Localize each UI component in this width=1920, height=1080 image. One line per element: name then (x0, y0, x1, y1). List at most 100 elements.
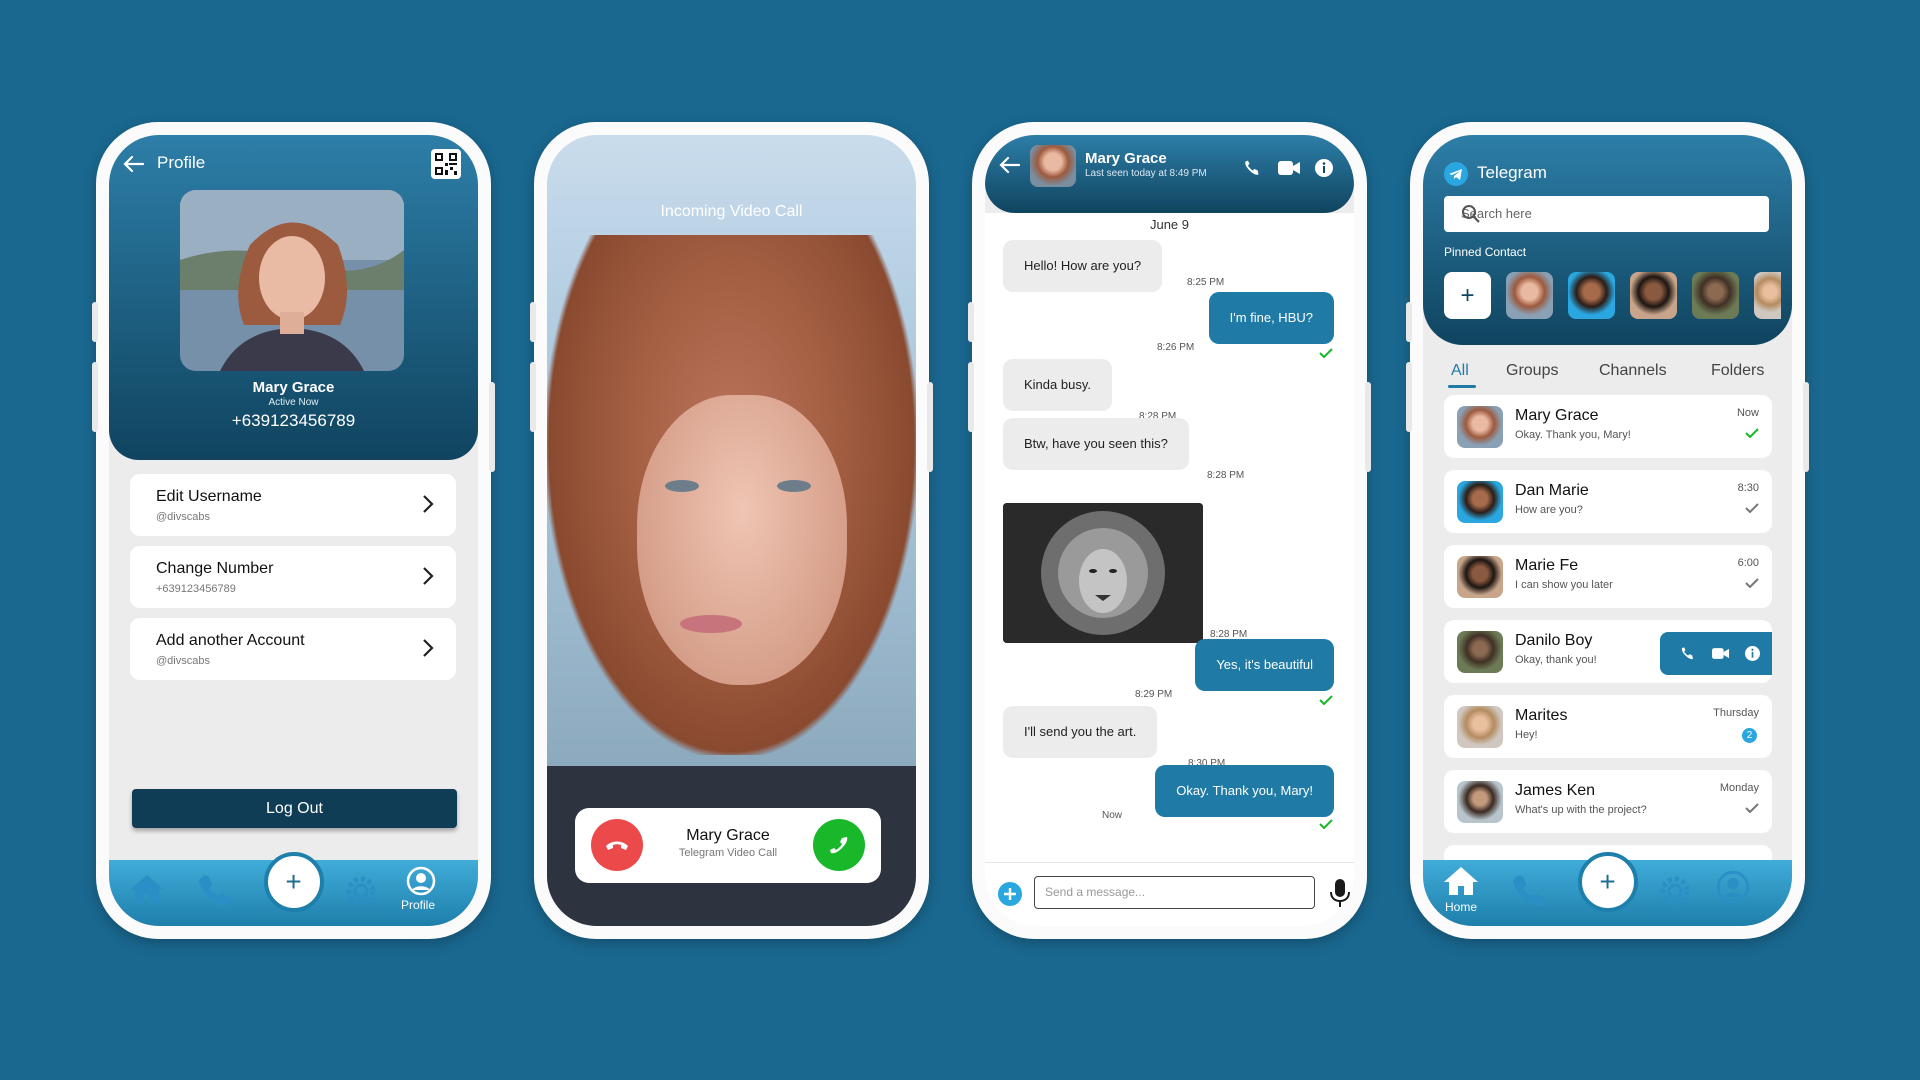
chat-preview: I can show you later (1515, 579, 1613, 591)
page-title: Profile (157, 153, 206, 172)
settings-gear-icon[interactable] (342, 872, 380, 910)
phone-call: Incoming Video Call Mary Grace Telegram … (530, 122, 933, 939)
tab-groups[interactable]: Groups (1506, 362, 1558, 380)
profile-photo (180, 190, 404, 371)
contact-name: Mary Grace (1085, 150, 1167, 167)
chatlist-header: Telegram Search here Pinned Contact + (1423, 135, 1792, 345)
message-time: 8:29 PM (1135, 689, 1173, 700)
chat-row[interactable]: Marie Fe I can show you later 6:00 (1444, 545, 1772, 608)
phone-chatlist: Telegram Search here Pinned Contact + Al… (1406, 122, 1809, 939)
swipe-actions (1660, 632, 1772, 675)
add-pinned-button[interactable]: + (1444, 272, 1491, 319)
app-title: Telegram (1477, 163, 1547, 182)
phone-icon[interactable] (1509, 872, 1549, 908)
tab-all[interactable]: All (1451, 362, 1469, 380)
chevron-right-icon (422, 566, 434, 586)
card-title: Add another Account (156, 632, 305, 649)
shared-image[interactable] (1003, 503, 1203, 643)
chat-name: James Ken (1515, 782, 1596, 799)
message-incoming: Kinda busy. (1003, 359, 1112, 411)
active-tab-indicator (1448, 385, 1476, 388)
qr-code-icon[interactable] (431, 149, 461, 179)
tab-folders[interactable]: Folders (1711, 362, 1764, 380)
sent-check-icon (1745, 503, 1759, 513)
bottom-nav: + Profile (109, 852, 478, 926)
chat-name: Marites (1515, 707, 1568, 724)
home-icon[interactable] (1441, 864, 1481, 898)
chat-preview: Hey! (1515, 729, 1538, 741)
pinned-avatar[interactable] (1568, 272, 1615, 319)
chat-name: Marie Fe (1515, 557, 1579, 574)
pinned-avatar[interactable] (1692, 272, 1739, 319)
chat-name: Mary Grace (1515, 407, 1599, 424)
chat-row[interactable]: Dan Marie How are you? 8:30 (1444, 470, 1772, 533)
attach-plus-icon[interactable] (998, 882, 1022, 906)
info-icon[interactable] (1315, 159, 1333, 177)
video-camera-icon[interactable] (1712, 647, 1729, 660)
card-title: Change Number (156, 560, 274, 577)
settings-gear-icon[interactable] (1656, 872, 1694, 910)
chat-name: Danilo Boy (1515, 632, 1593, 649)
change-number-card[interactable]: Change Number +639123456789 (130, 546, 456, 608)
chat-row[interactable]: Mary Grace Okay. Thank you, Mary! Now (1444, 395, 1772, 458)
last-seen: Last seen today at 8:49 PM (1085, 168, 1207, 179)
accept-call-button[interactable] (813, 819, 865, 871)
date-divider: June 9 (1149, 217, 1190, 232)
add-account-card[interactable]: Add another Account @divscabs (130, 618, 456, 680)
logout-button[interactable]: Log Out (132, 789, 457, 828)
chat-time: Monday (1719, 782, 1759, 794)
add-button[interactable]: + (263, 852, 324, 912)
search-icon[interactable] (1461, 204, 1757, 224)
pinned-avatar[interactable] (1630, 272, 1677, 319)
back-arrow-icon[interactable] (123, 155, 145, 173)
message-outgoing: I'm fine, HBU? (1208, 292, 1334, 344)
tab-channels[interactable]: Channels (1599, 362, 1667, 380)
chat-row[interactable]: James Ken What's up with the project? Mo… (1444, 770, 1772, 833)
chat-time: 6:00 (1737, 557, 1759, 569)
pinned-avatar[interactable] (1506, 272, 1553, 319)
search-input[interactable]: Search here (1444, 196, 1769, 232)
card-subtitle: @divscabs (156, 511, 210, 523)
add-button[interactable]: + (1577, 852, 1638, 912)
profile-icon[interactable] (1716, 870, 1750, 904)
microphone-icon[interactable] (1329, 878, 1351, 908)
nav-label-profile: Profile (401, 898, 436, 912)
phone-icon[interactable] (1680, 646, 1695, 661)
call-bar: Mary Grace Telegram Video Call (575, 808, 881, 883)
back-arrow-icon[interactable] (999, 156, 1021, 174)
unread-badge: 2 (1742, 728, 1757, 743)
profile-phone: +639123456789 (231, 411, 356, 430)
chat-header: Mary Grace Last seen today at 8:49 PM (985, 135, 1354, 213)
chat-row[interactable]: Danilo Boy Okay, thank you! (1444, 620, 1772, 683)
info-icon[interactable] (1745, 646, 1760, 661)
phone-chat: Mary Grace Last seen today at 8:49 PM Ju… (968, 122, 1371, 939)
nav-label-home: Home (1445, 900, 1478, 914)
message-incoming: Btw, have you seen this? (1003, 418, 1189, 470)
composer: Send a message... (985, 862, 1354, 926)
pinned-avatar[interactable] (1754, 272, 1781, 319)
message-input[interactable]: Send a message... (1034, 876, 1315, 909)
chat-preview: Okay, thank you! (1515, 654, 1597, 666)
profile-name: Mary Grace (252, 379, 335, 396)
message-time: 8:26 PM (1157, 342, 1195, 353)
card-title: Edit Username (156, 488, 262, 505)
card-subtitle: +639123456789 (156, 583, 236, 595)
avatar[interactable] (1030, 145, 1076, 187)
pinned-label: Pinned Contact (1444, 245, 1527, 259)
phone-icon[interactable] (1243, 159, 1261, 177)
chat-row[interactable]: Marites Hey! Thursday 2 (1444, 695, 1772, 758)
chevron-right-icon (422, 494, 434, 514)
home-icon[interactable] (127, 872, 167, 906)
profile-icon[interactable] (406, 866, 436, 896)
phone-icon (828, 834, 850, 856)
avatar (1457, 706, 1503, 748)
profile-header: Profile Mary Grace Active Now +639123456… (109, 135, 478, 460)
edit-username-card[interactable]: Edit Username @divscabs (130, 474, 456, 536)
phone-icon[interactable] (195, 872, 235, 908)
caller-face (637, 395, 847, 685)
plus-icon: + (1460, 281, 1475, 309)
video-camera-icon[interactable] (1278, 160, 1300, 176)
sent-check-icon (1745, 578, 1759, 588)
chevron-right-icon (422, 638, 434, 658)
read-check-icon (1319, 695, 1333, 705)
